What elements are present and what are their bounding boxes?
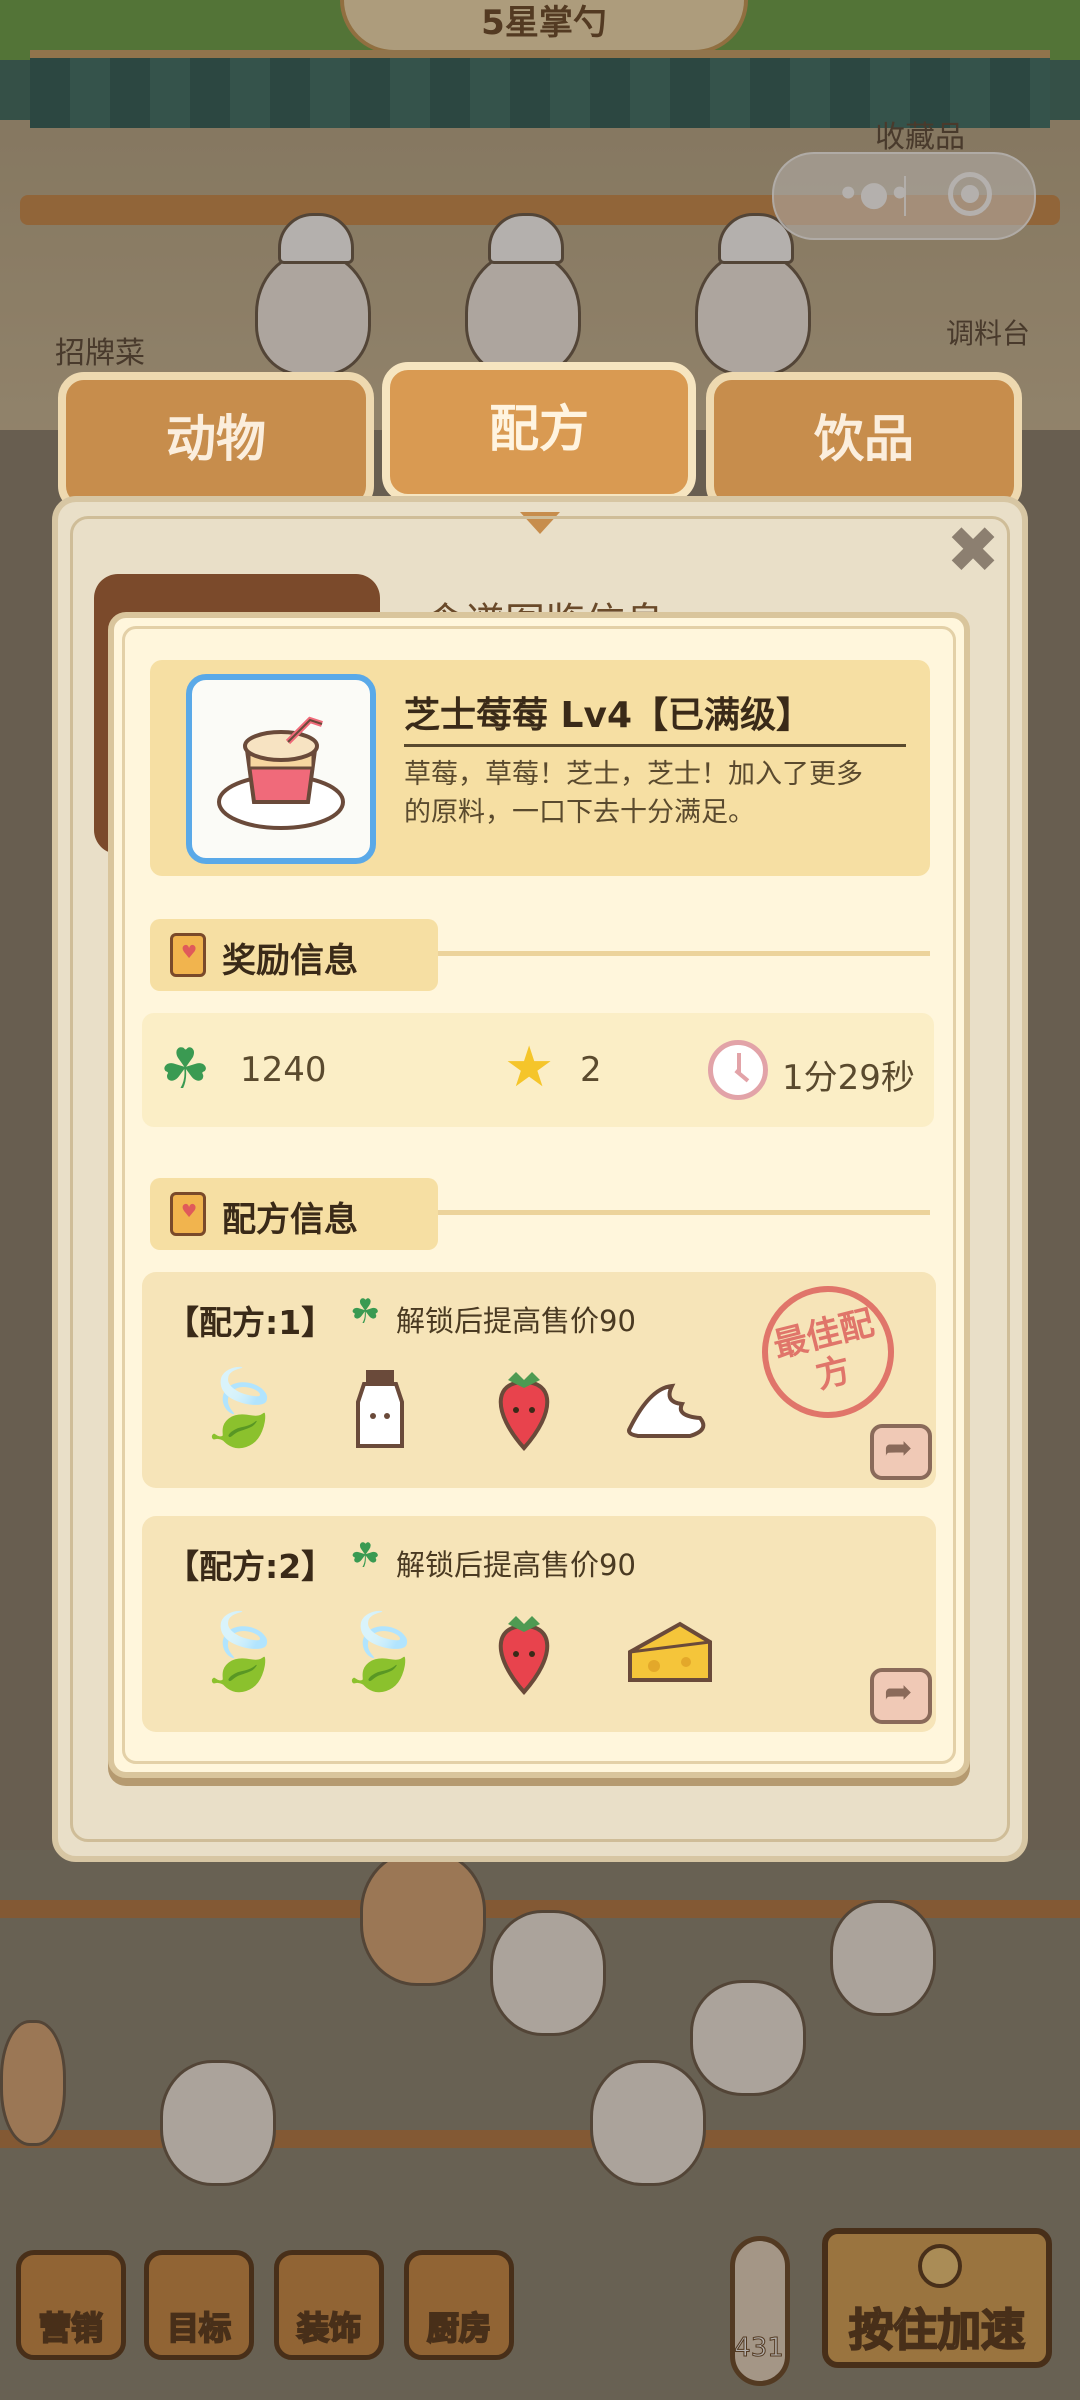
section-divider: [438, 1210, 930, 1215]
recipe-section-title: 配方信息: [222, 1200, 358, 1240]
item-description: 草莓，草莓！芝士，芝士！加入了更多的原料，一口下去十分满足。: [404, 759, 863, 828]
recipe-1-unlock-text: 解锁后提高售价90: [396, 1304, 636, 1338]
cheese-icon: [620, 1602, 720, 1702]
close-icon[interactable]: ✖: [944, 519, 1002, 583]
milk-bottle-icon: [330, 1358, 430, 1458]
reward-section-header: 奖励信息: [150, 919, 438, 991]
clover-icon: ☘: [350, 1536, 381, 1576]
clipboard-icon: [170, 933, 206, 977]
star-reward-value: 2: [580, 1050, 602, 1090]
clipboard-icon: [170, 1192, 206, 1236]
whipped-cream-icon: [620, 1358, 720, 1458]
cook-time-value: 1分29秒: [782, 1058, 915, 1098]
tea-leaf-icon: 🍃: [193, 1609, 287, 1695]
recipe-section-header: 配方信息: [150, 1178, 438, 1250]
name-underline: [404, 744, 906, 747]
section-divider: [438, 951, 930, 956]
recipe-2-title: 【配方:2】: [166, 1547, 335, 1586]
share-icon[interactable]: [870, 1668, 932, 1724]
share-icon[interactable]: [870, 1424, 932, 1480]
clover-icon: ☘: [350, 1292, 381, 1332]
tea-leaf-icon: 🍃: [193, 1365, 287, 1451]
tab-animals[interactable]: 动物: [58, 372, 374, 512]
clover-icon: ☘: [160, 1037, 211, 1102]
tab-drinks[interactable]: 饮品: [706, 372, 1022, 512]
recipe-1-title: 【配方:1】: [166, 1303, 335, 1342]
item-name: 芝士莓莓 Lv4【已满级】: [404, 695, 812, 736]
item-thumbnail: [186, 674, 376, 864]
recipe-2-unlock-text: 解锁后提高售价90: [396, 1548, 636, 1582]
strawberry-icon: [474, 1358, 574, 1458]
tea-leaf-icon: 🍃: [333, 1609, 427, 1695]
reward-section-title: 奖励信息: [222, 941, 358, 981]
cheese-strawberry-cup-icon: [217, 716, 345, 830]
strawberry-icon: [474, 1602, 574, 1702]
tab-recipes[interactable]: 配方: [382, 362, 696, 502]
clover-reward-value: 1240: [240, 1050, 327, 1090]
clock-icon: [708, 1040, 768, 1100]
star-icon: ★: [504, 1035, 555, 1100]
